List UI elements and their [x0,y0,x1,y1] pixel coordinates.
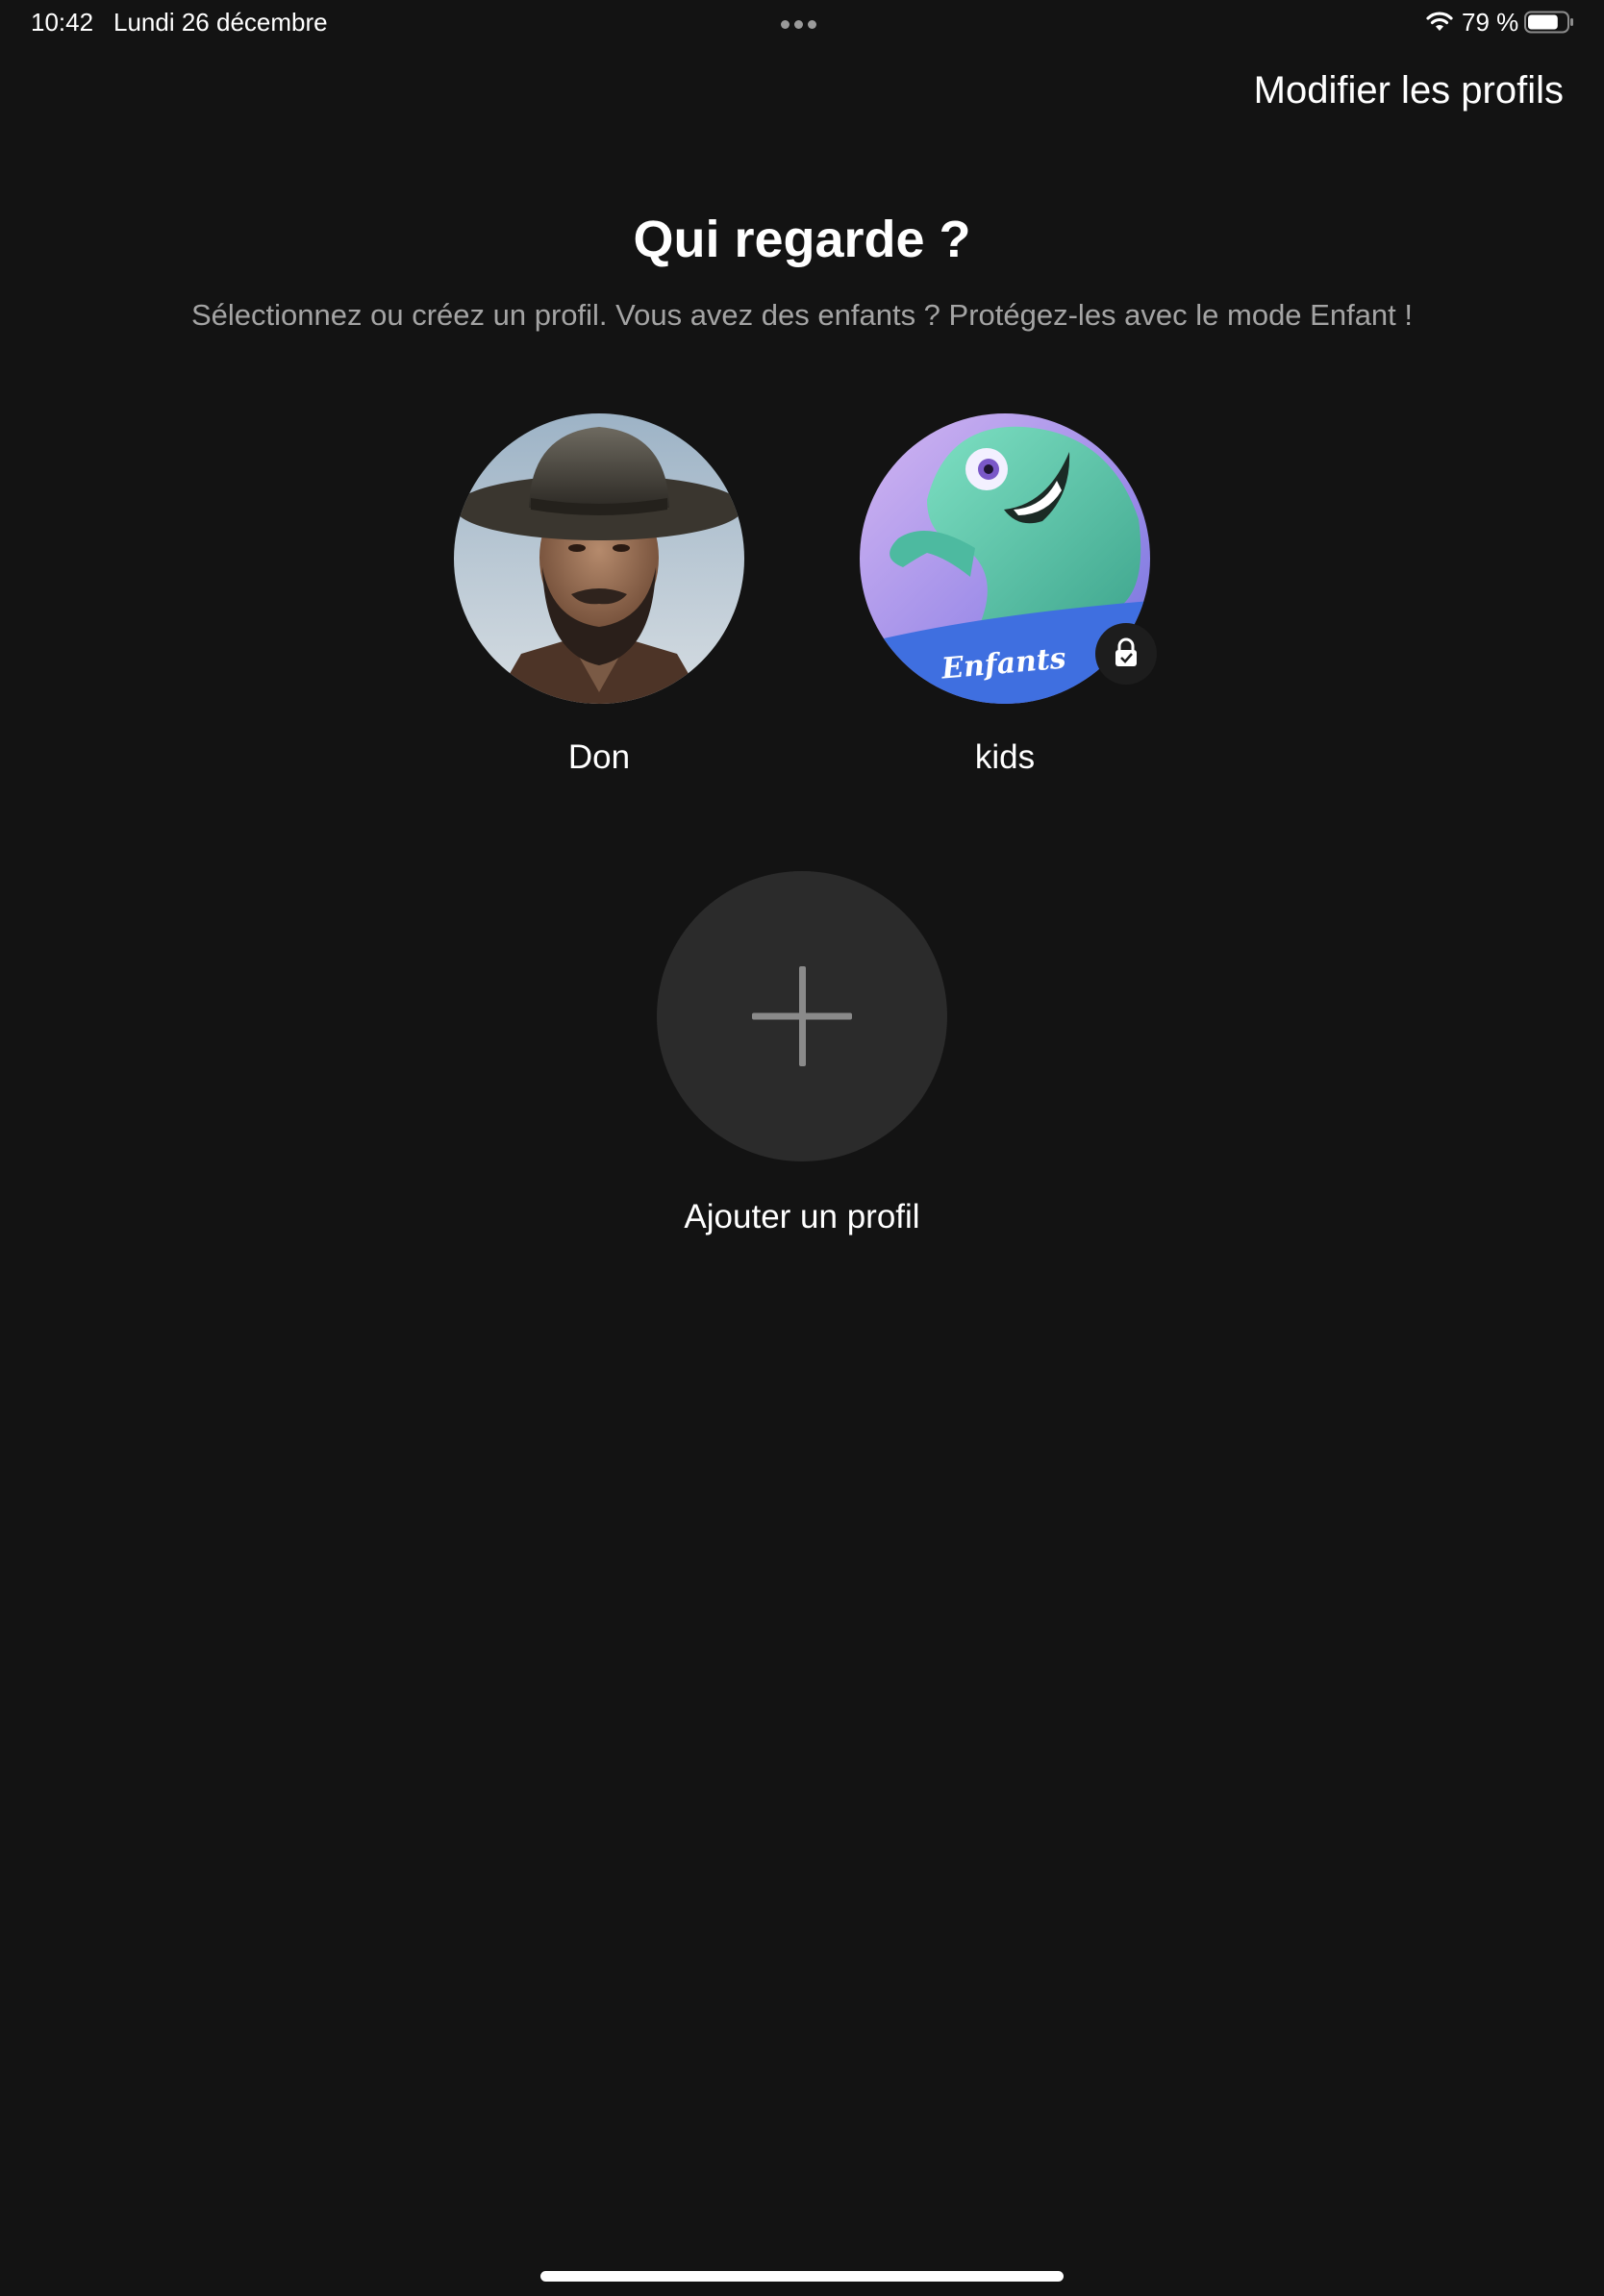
add-profile-circle[interactable] [657,871,947,1161]
add-profile-label: Ajouter un profil [684,1198,920,1235]
profile-name-don: Don [567,738,631,776]
status-bar: 10:42 Lundi 26 décembre 79 % [0,0,1604,46]
battery-icon [1524,11,1573,34]
lock-icon [1115,637,1137,666]
cowboy-avatar-image [454,413,744,704]
home-indicator[interactable] [540,2271,1064,2282]
page-title: Qui regarde ? [633,211,971,268]
page-subtitle: Sélectionnez ou créez un profil. Vous av… [190,298,1414,332]
wifi-icon [1426,12,1453,31]
lock-badge [1095,623,1157,685]
profile-avatar-don[interactable] [454,413,744,704]
profile-don[interactable]: Don [453,413,745,777]
edit-profiles-button[interactable]: Modifier les profils [1254,69,1564,112]
battery-percent: 79 % [1462,8,1519,37]
add-profile-button[interactable]: Ajouter un profil [656,871,948,1236]
plus-icon [752,966,852,1066]
status-time: 10:42 [31,8,94,37]
profile-name-kids: kids [974,738,1036,776]
profile-kids[interactable]: Enfants kids [859,413,1157,777]
multitask-dots-icon[interactable] [781,16,823,29]
status-date: Lundi 26 décembre [113,8,328,37]
